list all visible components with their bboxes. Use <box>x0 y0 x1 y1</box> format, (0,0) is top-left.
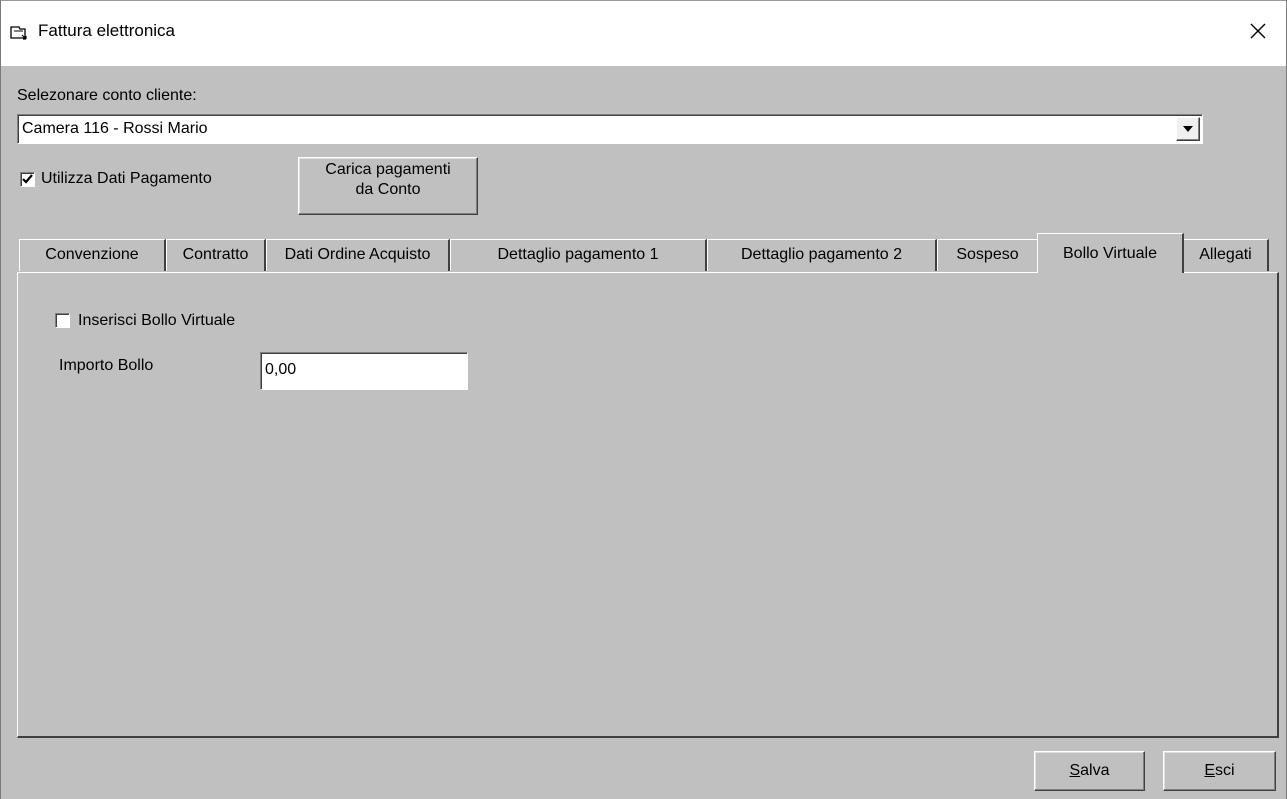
exit-label: sci <box>1215 762 1235 779</box>
customer-account-select[interactable]: Camera 116 - Rossi Mario <box>17 114 1203 144</box>
tab-convenzione[interactable]: Convenzione <box>19 239 166 271</box>
insert-virtual-stamp-label[interactable]: Inserisci Bollo Virtuale <box>78 312 235 330</box>
app-icon <box>10 25 28 41</box>
tab-dettaglio-pagamento-1[interactable]: Dettaglio pagamento 1 <box>450 239 707 271</box>
stamp-amount-field[interactable]: 0,00 <box>260 352 468 390</box>
save-mnemonic: S <box>1069 762 1081 779</box>
tab-contratto[interactable]: Contratto <box>166 239 266 271</box>
load-payments-line2: da Conto <box>355 181 421 198</box>
tab-allegati[interactable]: Allegati <box>1183 239 1269 271</box>
tab-bollo-virtuale[interactable]: Bollo Virtuale <box>1037 233 1184 273</box>
exit-mnemonic: E <box>1204 762 1216 779</box>
customer-account-label: Selezonare conto cliente: <box>17 87 197 104</box>
customer-account-value: Camera 116 - Rossi Mario <box>22 120 208 137</box>
close-icon[interactable] <box>1244 17 1272 45</box>
stamp-amount-value: 0,00 <box>265 361 297 378</box>
title-bar: Fattura elettronica <box>0 0 1287 66</box>
window-border-left <box>0 0 1 799</box>
use-payment-data-label[interactable]: Utilizza Dati Pagamento <box>41 170 212 188</box>
exit-button[interactable]: Esci <box>1163 751 1276 791</box>
tab-sospeso[interactable]: Sospeso <box>937 239 1039 271</box>
use-payment-data-checkbox[interactable] <box>20 172 35 187</box>
load-payments-line1: Carica pagamenti <box>325 161 451 178</box>
save-button[interactable]: Salva <box>1034 751 1145 791</box>
stamp-amount-label: Importo Bollo <box>59 357 154 374</box>
tab-dettaglio-pagamento-2[interactable]: Dettaglio pagamento 2 <box>707 239 937 271</box>
bollo-virtuale-panel: Inserisci Bollo Virtuale Importo Bollo 0… <box>17 272 1279 738</box>
window-title: Fattura elettronica <box>38 21 176 40</box>
save-label: alva <box>1080 762 1110 779</box>
chevron-down-icon <box>1183 126 1193 132</box>
insert-virtual-stamp-checkbox[interactable] <box>55 313 70 328</box>
dropdown-arrow-button[interactable] <box>1176 117 1200 141</box>
tab-dati-ordine-acquisto[interactable]: Dati Ordine Acquisto <box>266 239 450 271</box>
load-payments-button[interactable]: Carica pagamenti da Conto <box>298 157 478 215</box>
checkmark-icon <box>22 174 33 184</box>
